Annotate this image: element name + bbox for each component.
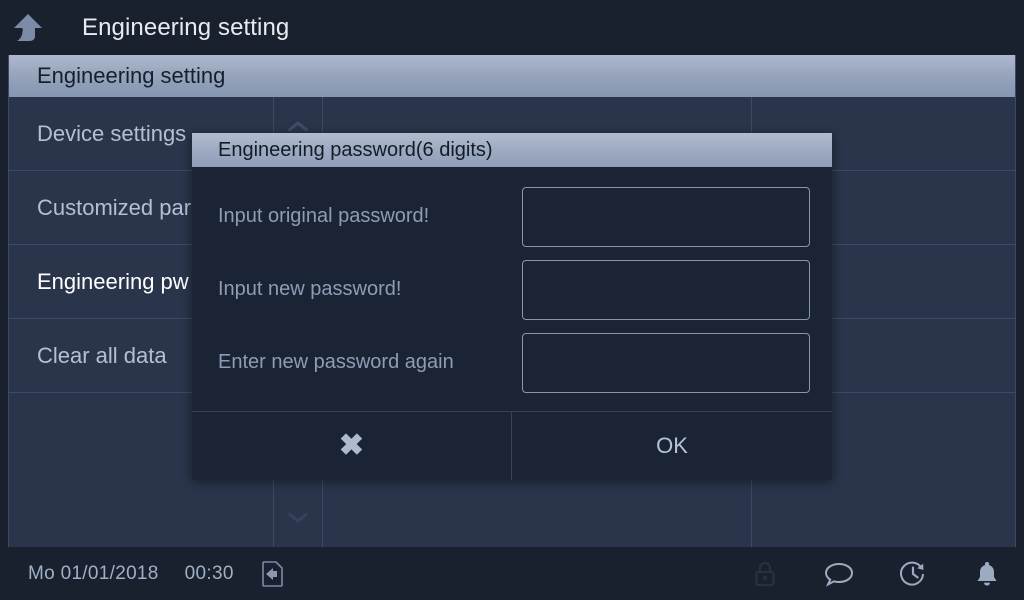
history-clock-icon	[900, 561, 924, 586]
dialog-footer: ✖ OK	[192, 411, 832, 480]
list-item-label: Clear all data	[37, 342, 167, 368]
bell-icon	[977, 561, 997, 586]
history-clock-icon-button[interactable]	[876, 547, 950, 600]
panel-header: Engineering setting	[9, 55, 1015, 97]
status-time: 00:30	[184, 562, 234, 584]
cancel-button[interactable]: ✖	[192, 412, 512, 480]
close-icon: ✖	[338, 429, 365, 462]
page-title: Engineering setting	[82, 13, 290, 41]
field-confirm-password: Enter new password again	[192, 326, 832, 399]
dialog-titlebar: Engineering password(6 digits)	[192, 133, 832, 167]
dialog-title: Engineering password(6 digits)	[218, 138, 493, 161]
device-screen: Engineering setting Engineering setting …	[0, 0, 1024, 600]
confirm-password-input[interactable]	[522, 332, 810, 393]
chevron-up-icon	[287, 121, 309, 132]
chevron-down-icon	[287, 512, 309, 523]
back-button[interactable]	[0, 0, 56, 55]
bell-icon-button[interactable]	[950, 547, 1024, 600]
original-password-input[interactable]	[522, 186, 810, 247]
field-label: Enter new password again	[218, 351, 454, 373]
titlebar: Engineering setting	[0, 0, 1024, 55]
field-new-password: Input new password!	[192, 253, 832, 326]
statusbar: Mo 01/01/2018 00:30	[0, 547, 1024, 600]
new-password-input[interactable]	[522, 259, 810, 320]
back-up-arrow-icon	[14, 13, 42, 41]
scroll-page-down-button[interactable]	[273, 491, 323, 547]
sd-card-eject-icon	[261, 560, 283, 587]
lock-icon-button[interactable]	[728, 547, 802, 600]
ok-button[interactable]: OK	[512, 412, 832, 480]
message-bubble-icon	[824, 562, 854, 587]
dialog-body: Input original password! Input new passw…	[192, 167, 832, 411]
engineering-password-dialog: Engineering password(6 digits) Input ori…	[192, 133, 832, 480]
ok-button-label: OK	[656, 433, 688, 458]
panel-header-label: Engineering setting	[37, 63, 226, 88]
field-label: Input new password!	[218, 278, 402, 300]
lock-icon	[755, 561, 775, 586]
field-label: Input original password!	[218, 205, 430, 227]
message-bubble-icon-button[interactable]	[802, 547, 876, 600]
list-item-label: Device settings	[37, 120, 187, 146]
status-date: Mo 01/01/2018	[28, 562, 159, 584]
list-item-label: Engineering pw	[37, 268, 189, 294]
sd-card-eject-icon-wrap[interactable]	[234, 560, 284, 587]
field-original-password: Input original password!	[192, 180, 832, 253]
